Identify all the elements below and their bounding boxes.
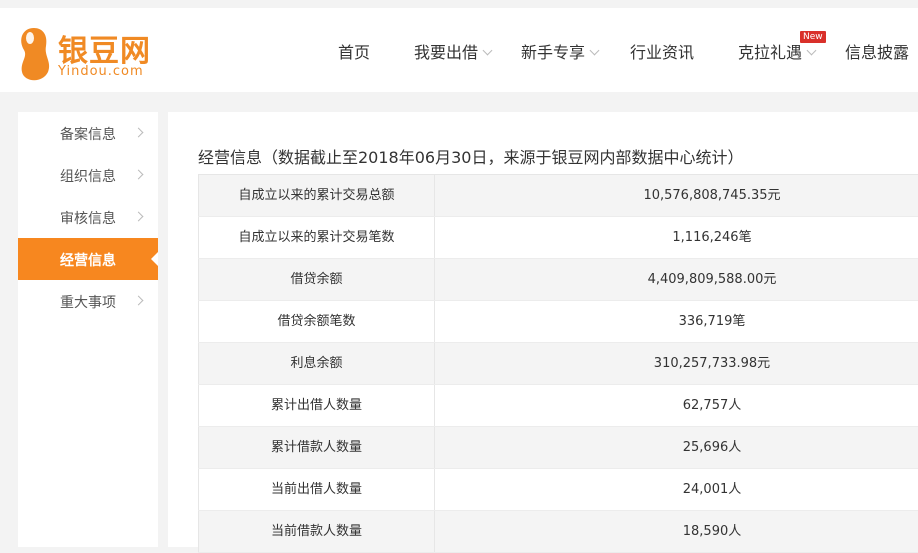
- sidebar-item-operations[interactable]: 经营信息: [18, 238, 158, 280]
- row-value: 1,116,246笔: [672, 230, 752, 245]
- table-row: 累计出借人数量 62,757人: [198, 385, 918, 427]
- row-label: 借贷余额笔数: [198, 301, 435, 342]
- row-value: 62,757人: [682, 398, 742, 413]
- sidebar-item-label: 审核信息: [60, 211, 116, 227]
- table-row: 借贷余额笔数 336,719笔: [198, 301, 918, 343]
- table-row: 借贷余额 4,409,809,588.00元: [198, 259, 918, 301]
- chevron-down-icon: [482, 45, 493, 56]
- chevron-right-icon: [133, 211, 144, 222]
- sidebar-item-label: 经营信息: [60, 253, 116, 269]
- active-indicator: [151, 252, 158, 266]
- chevron-right-icon: [133, 127, 144, 138]
- row-value: 310,257,733.98元: [653, 356, 771, 371]
- sidebar-item-audit[interactable]: 审核信息: [18, 196, 158, 238]
- row-label: 累计借款人数量: [198, 427, 435, 468]
- chevron-right-icon: [133, 169, 144, 180]
- nav-item-home[interactable]: 首页: [338, 39, 371, 62]
- table-row: 利息余额 310,257,733.98元: [198, 343, 918, 385]
- operations-table: 自成立以来的累计交易总额 10,576,808,745.35元 自成立以来的累计…: [198, 174, 918, 553]
- sidebar-item-label: 组织信息: [60, 169, 116, 185]
- row-value: 10,576,808,745.35元: [643, 188, 781, 203]
- row-label: 自成立以来的累计交易笔数: [198, 217, 435, 258]
- nav-item-label: 首页: [338, 43, 371, 62]
- row-label: 当前借款人数量: [198, 511, 435, 552]
- nav-item-news[interactable]: 行业资讯: [630, 39, 695, 62]
- nav-item-label: 新手专享: [521, 43, 586, 62]
- row-value: 24,001人: [682, 482, 742, 497]
- row-value: 25,696人: [682, 440, 742, 455]
- nav-item-invest[interactable]: 我要出借: [414, 39, 493, 62]
- nav-item-newbie[interactable]: 新手专享: [521, 39, 600, 62]
- table-row: 自成立以来的累计交易笔数 1,116,246笔: [198, 217, 918, 259]
- row-label: 借贷余额: [198, 259, 435, 300]
- chevron-right-icon: [133, 295, 144, 306]
- row-value: 18,590人: [682, 524, 742, 539]
- sidebar-item-filing[interactable]: 备案信息: [18, 112, 158, 154]
- chevron-down-icon: [806, 45, 817, 56]
- page-title: 经营信息（数据截止至2018年06月30日，来源于银豆网内部数据中心统计）: [198, 148, 744, 167]
- nav-item-label: 信息披露: [845, 43, 910, 62]
- sidebar-item-major-events[interactable]: 重大事项: [18, 280, 158, 322]
- main-content: 经营信息（数据截止至2018年06月30日，来源于银豆网内部数据中心统计） 自成…: [168, 112, 918, 553]
- row-label: 当前出借人数量: [198, 469, 435, 510]
- sidebar-item-label: 重大事项: [60, 295, 116, 311]
- sidebar: 备案信息 组织信息 审核信息 经营信息 重大事项: [18, 112, 158, 547]
- table-row: 当前出借人数量 24,001人: [198, 469, 918, 511]
- nav-item-label: 行业资讯: [630, 43, 695, 62]
- nav-item-label: 我要出借: [414, 43, 479, 62]
- row-label: 自成立以来的累计交易总额: [198, 175, 435, 216]
- row-value: 4,409,809,588.00元: [647, 272, 777, 287]
- nav-item-disclosure[interactable]: 信息披露: [845, 39, 910, 62]
- table-row: 累计借款人数量 25,696人: [198, 427, 918, 469]
- table-row: 自成立以来的累计交易总额 10,576,808,745.35元: [198, 175, 918, 217]
- row-value: 336,719笔: [678, 314, 746, 329]
- main-nav: 首页 我要出借 新手专享 行业资讯 克拉礼遇 New 信息披露: [0, 8, 918, 92]
- top-strip: [0, 0, 918, 8]
- new-badge: New: [800, 31, 826, 43]
- chevron-down-icon: [589, 45, 600, 56]
- row-label: 累计出借人数量: [198, 385, 435, 426]
- row-label: 利息余额: [198, 343, 435, 384]
- sidebar-item-label: 备案信息: [60, 127, 116, 143]
- sidebar-item-organization[interactable]: 组织信息: [18, 154, 158, 196]
- site-header: 银豆网 Yindou.com 首页 我要出借 新手专享 行业资讯 克拉礼遇 Ne…: [0, 8, 918, 92]
- nav-item-label: 克拉礼遇: [738, 43, 803, 62]
